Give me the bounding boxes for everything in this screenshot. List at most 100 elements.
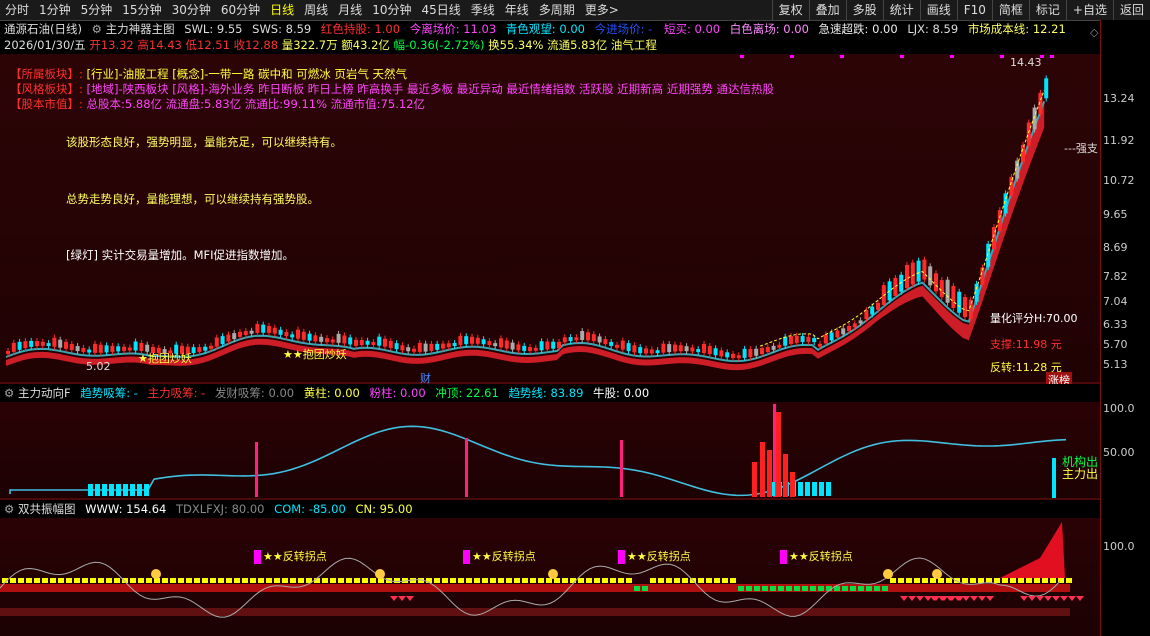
- period-tab-5[interactable]: 60分钟: [216, 0, 265, 20]
- signal-block: [170, 578, 176, 583]
- tool-button-3[interactable]: 统计: [882, 0, 920, 20]
- candle-body: [777, 344, 782, 348]
- cyan-bar: [144, 484, 149, 496]
- tool-button-4[interactable]: 画线: [919, 0, 957, 20]
- signal-block: [850, 586, 856, 591]
- sub2-chart[interactable]: ★★反转拐点 ★★反转拐点 ★★反转拐点 ★★反转拐点: [0, 518, 1100, 636]
- signal-block: [274, 578, 280, 583]
- settings-icon[interactable]: ⚙: [4, 386, 14, 400]
- low-value: 低12.51: [185, 38, 230, 52]
- fanzhuan-label-4: ★★反转拐点: [780, 548, 853, 564]
- period-tab-0[interactable]: 分时: [0, 0, 34, 20]
- period-tab-12[interactable]: 年线: [500, 0, 534, 20]
- tool-button-9[interactable]: 返回: [1112, 0, 1150, 20]
- low-label: 5.02: [86, 360, 111, 373]
- sub1-chart[interactable]: 机构出 主力出: [0, 402, 1100, 500]
- price-axis-label: 11.92: [1103, 134, 1135, 147]
- baotuan-tag-2: ★★抱团炒妖: [283, 348, 347, 361]
- signal-block: [938, 578, 944, 583]
- diamond-icon: [406, 596, 414, 601]
- candle-body: [29, 340, 34, 347]
- diamond-icon: [398, 596, 406, 601]
- settings-icon[interactable]: ⚙: [92, 22, 102, 36]
- diamond-icon: [390, 596, 398, 601]
- tool-button-1[interactable]: 叠加: [808, 0, 846, 20]
- sub1-title[interactable]: 主力动向F: [18, 386, 71, 400]
- indicator-name[interactable]: 主力神器主图: [106, 22, 175, 36]
- candle-body: [400, 345, 405, 351]
- main-kline-chart[interactable]: 【所属板块】: [行业]-油服工程 [概念]-一带一路 碳中和 可燃冰 页岩气 …: [0, 26, 1100, 388]
- stock-name: 通源石油(日线): [4, 22, 82, 36]
- signal-block: [18, 578, 24, 583]
- period-tab-6[interactable]: 日线: [265, 0, 299, 20]
- signal-block: [970, 578, 976, 583]
- signal-block: [1010, 578, 1016, 583]
- signal-block: [602, 578, 608, 583]
- tool-button-0[interactable]: 复权: [771, 0, 809, 20]
- high-value: 高14.43: [137, 38, 182, 52]
- tool-button-8[interactable]: +自选: [1065, 0, 1113, 20]
- price-axis-label: 13.24: [1103, 92, 1135, 105]
- signal-block: [858, 586, 864, 591]
- diamond-icon: [970, 596, 978, 601]
- candle-body: [719, 350, 724, 357]
- candle-body: [568, 337, 573, 342]
- pink-bar: [465, 438, 468, 497]
- signal-block: [282, 578, 288, 583]
- candle-body: [272, 327, 277, 334]
- period-tab-9[interactable]: 10分钟: [367, 0, 416, 20]
- candle-body: [412, 348, 416, 352]
- collapse-icon[interactable]: ◇: [1090, 26, 1098, 39]
- fazai-value: 发财吸筹: 0.00: [214, 386, 295, 400]
- candle-body: [696, 349, 701, 353]
- period-tab-7[interactable]: 周线: [299, 0, 333, 20]
- period-tab-10[interactable]: 45日线: [416, 0, 465, 20]
- signal-block: [634, 586, 640, 591]
- period-tab-8[interactable]: 月线: [333, 0, 367, 20]
- candle-body: [835, 330, 840, 338]
- candle-body: [789, 336, 793, 345]
- coin-icon: [883, 569, 893, 579]
- signal-block: [618, 578, 624, 583]
- period-tab-3[interactable]: 15分钟: [117, 0, 166, 20]
- huangzhu-value: 黄柱: 0.00: [303, 386, 360, 400]
- tool-button-2[interactable]: 多股: [845, 0, 883, 20]
- candle-body: [644, 348, 648, 354]
- period-tab-4[interactable]: 30分钟: [167, 0, 216, 20]
- candle-body: [406, 347, 411, 352]
- signal-block: [202, 578, 208, 583]
- signal-block: [10, 578, 16, 583]
- cyan-bar: [130, 484, 135, 496]
- candle-body: [528, 347, 532, 352]
- signal-block: [842, 586, 848, 591]
- chongding-value: 冲顶: 22.61: [435, 386, 499, 400]
- candle-body: [603, 339, 608, 345]
- candle-body: [731, 353, 735, 358]
- cyan-bar: [102, 484, 107, 496]
- tool-button-6[interactable]: 简框: [991, 0, 1029, 20]
- period-tab-2[interactable]: 5分钟: [76, 0, 118, 20]
- period-tab-1[interactable]: 1分钟: [34, 0, 76, 20]
- top-dot: [840, 55, 844, 58]
- volume-value: 量322.7万: [281, 38, 338, 52]
- tool-button-5[interactable]: F10: [956, 0, 992, 20]
- signal-block: [162, 578, 168, 583]
- period-tab-13[interactable]: 多周期: [534, 0, 580, 20]
- signal-block: [394, 578, 400, 583]
- settings-icon[interactable]: ⚙: [4, 502, 14, 516]
- signal-block: [682, 578, 688, 583]
- candle-body: [800, 336, 805, 343]
- diamond-icon: [908, 596, 916, 601]
- sector-text: [行业]-油服工程 [概念]-一带一路 碳中和 可燃冰 页岩气 天然气: [86, 67, 408, 81]
- candle-body: [470, 336, 474, 344]
- period-tabs: 分时 1分钟 5分钟 15分钟 30分钟 60分钟 日线 周线 月线 10分钟 45日线 季线 年线 多周…: [0, 0, 624, 20]
- candle-body: [649, 349, 654, 354]
- period-tab-11[interactable]: 季线: [466, 0, 500, 20]
- sub1-header: ⚙ 主力动向F 趋势吸筹: - 主力吸筹: - 发财吸筹: 0.00 黄柱: 0…: [0, 384, 1100, 402]
- sub2-title[interactable]: 双共振幅图: [18, 502, 76, 516]
- candle-body: [423, 343, 428, 352]
- top-dot: [1000, 55, 1004, 58]
- tool-button-7[interactable]: 标记: [1028, 0, 1066, 20]
- period-tab-14[interactable]: 更多>: [580, 0, 624, 20]
- sub-axis-label: 50.00: [1103, 446, 1135, 459]
